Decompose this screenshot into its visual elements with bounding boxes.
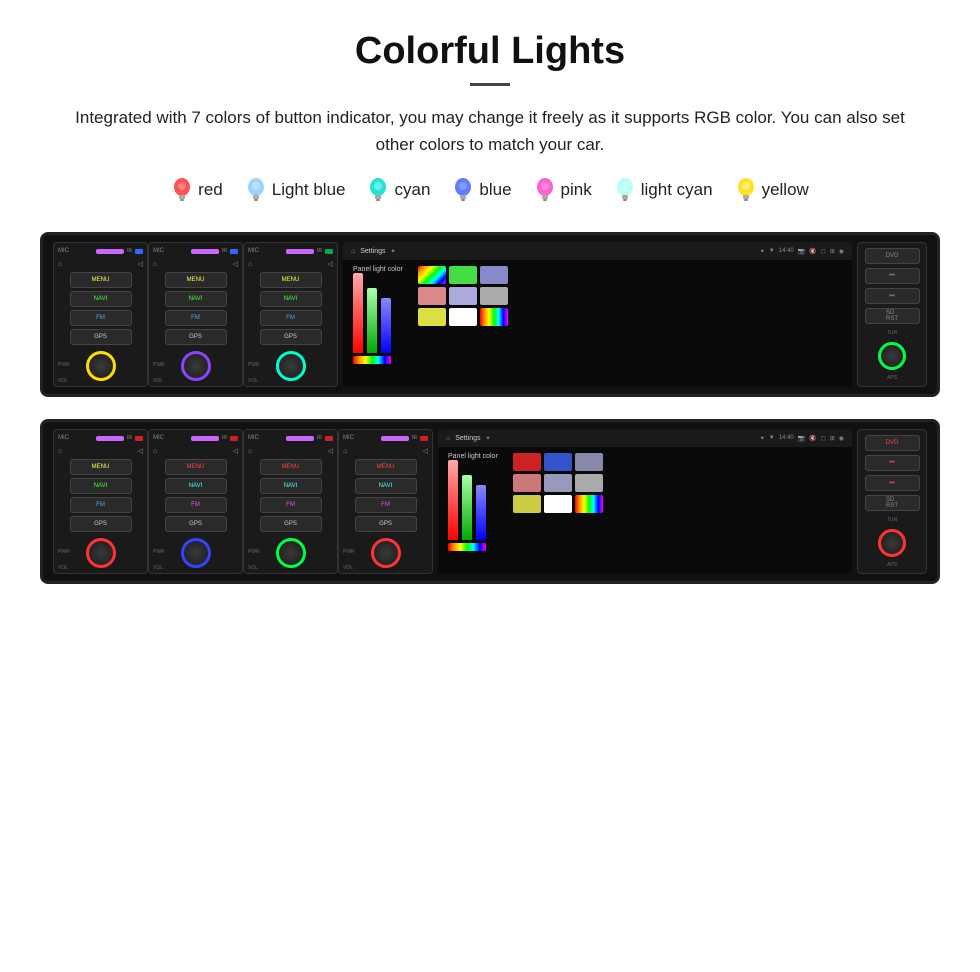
bottom-car-unit: Seicane MIC IR ⌂ ◁ MENU NAVI FM <box>40 419 940 584</box>
bottom-panel-3: MIC IR ⌂ ◁ MENU NAVI FM GPS PWR <box>243 429 338 574</box>
bottom-panel-2: MIC IR ⌂ ◁ MENU NAVI FM GPS PWR <box>148 429 243 574</box>
color-item-cyan: cyan <box>367 176 430 204</box>
bulb-icon-blue <box>452 176 474 204</box>
top-car-unit: Seicane MIC IR ⌂ ◁ MENU NAVI FM <box>40 232 940 397</box>
top-main-screen: ⌂ Settings ✦ ✦▼14:40 📷🔇◻⊞◉ Panel light c… <box>343 242 852 387</box>
bottom-main-screen: ⌂ Settings ✦ ✦▼14:40 📷🔇◻⊞◉ Panel light c… <box>438 429 852 574</box>
bulb-icon-pink <box>534 176 556 204</box>
color-item-lightcyan: light cyan <box>614 176 713 204</box>
color-label-cyan: cyan <box>394 180 430 200</box>
top-panel-1: MIC IR ⌂ ◁ MENU NAVI FM GPS PWR <box>53 242 148 387</box>
color-item-yellow: yellow <box>735 176 809 204</box>
bottom-right-panel: DVD ⏮ ⏭ SDRST TUN APS <box>857 429 927 574</box>
color-item-lightblue: Light blue <box>245 176 346 204</box>
color-label-lightcyan: light cyan <box>641 180 713 200</box>
top-panel-2: MIC IR ⌂ ◁ MENU NAVI FM GPS PWR <box>148 242 243 387</box>
title-section: Colorful Lights <box>40 30 940 86</box>
color-item-pink: pink <box>534 176 592 204</box>
color-label-yellow: yellow <box>762 180 809 200</box>
color-label-pink: pink <box>561 180 592 200</box>
color-label-lightblue: Light blue <box>272 180 346 200</box>
bottom-unit-section: Seicane MIC IR ⌂ ◁ MENU NAVI FM <box>40 419 940 584</box>
description-text: Integrated with 7 colors of button indic… <box>40 104 940 158</box>
color-item-blue: blue <box>452 176 511 204</box>
bulb-icon-lightblue <box>245 176 267 204</box>
color-label-blue: blue <box>479 180 511 200</box>
bulb-icon-cyan <box>367 176 389 204</box>
bottom-panel-1: MIC IR ⌂ ◁ MENU NAVI FM GPS PWR <box>53 429 148 574</box>
page-container: Colorful Lights Integrated with 7 colors… <box>0 0 980 636</box>
title-divider <box>470 83 510 86</box>
bulb-icon-yellow <box>735 176 757 204</box>
color-item-red: red <box>171 176 223 204</box>
color-label-red: red <box>198 180 223 200</box>
top-panel-3: MIC IR ⌂ ◁ MENU NAVI FM GPS PWR <box>243 242 338 387</box>
colors-row: red Light blue cyan <box>40 176 940 204</box>
bulb-icon-red <box>171 176 193 204</box>
page-title: Colorful Lights <box>40 30 940 73</box>
bottom-panel-4: MIC IR ⌂ ◁ MENU NAVI FM GPS PWR <box>338 429 433 574</box>
top-right-panel: DVD ⏮ ⏭ SDRST TUN APS <box>857 242 927 387</box>
bulb-icon-lightcyan <box>614 176 636 204</box>
top-unit-section: Seicane MIC IR ⌂ ◁ MENU NAVI FM <box>40 232 940 397</box>
